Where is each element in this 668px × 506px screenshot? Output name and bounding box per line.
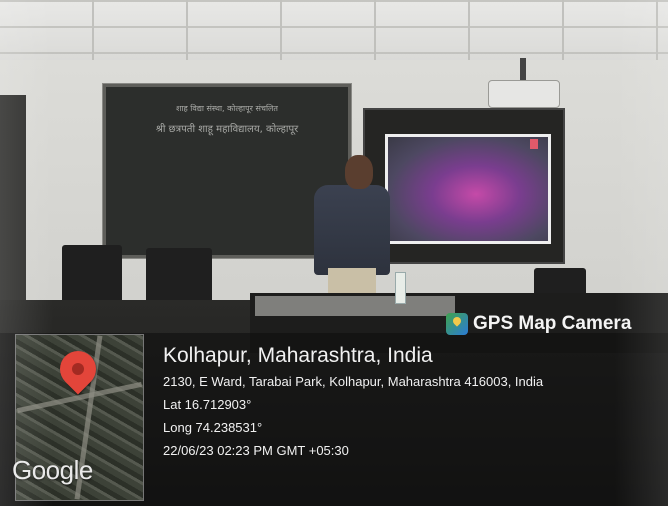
projector: [488, 80, 560, 108]
classroom-photo: शाह विद्या संस्था, कोल्हापूर संचलित श्री…: [0, 0, 668, 506]
slide-marker: [530, 139, 538, 149]
gps-map-camera-badge: GPS Map Camera: [444, 311, 637, 337]
map-pin-center: [72, 363, 84, 375]
blackboard-text-1: शाह विद्या संस्था, कोल्हापूर संचलित: [176, 104, 278, 113]
pillar: [0, 95, 26, 335]
longitude: Long 74.238531°: [163, 420, 263, 435]
projection-screen: [363, 108, 565, 264]
location-info: Kolhapur, Maharashtra, India 2130, E War…: [163, 342, 543, 462]
projected-slide: [385, 134, 551, 244]
location-title: Kolhapur, Maharashtra, India: [163, 344, 433, 367]
address: 2130, E Ward, Tarabai Park, Kolhapur, Ma…: [163, 374, 544, 389]
gps-map-camera-icon: [446, 313, 468, 335]
desk-papers: [255, 296, 455, 316]
latitude: Lat 16.712903°: [163, 397, 252, 412]
presenter-head: [345, 155, 373, 189]
app-label: GPS Map Camera: [473, 313, 632, 334]
google-logo: Google: [12, 455, 93, 485]
blackboard-text-2: श्री छत्रपती शाहू महाविद्यालय, कोल्हापूर: [155, 124, 299, 135]
presenter-body: [314, 185, 390, 275]
water-bottle: [395, 272, 406, 304]
datetime: 22/06/23 02:23 PM GMT +05:30: [163, 443, 349, 458]
